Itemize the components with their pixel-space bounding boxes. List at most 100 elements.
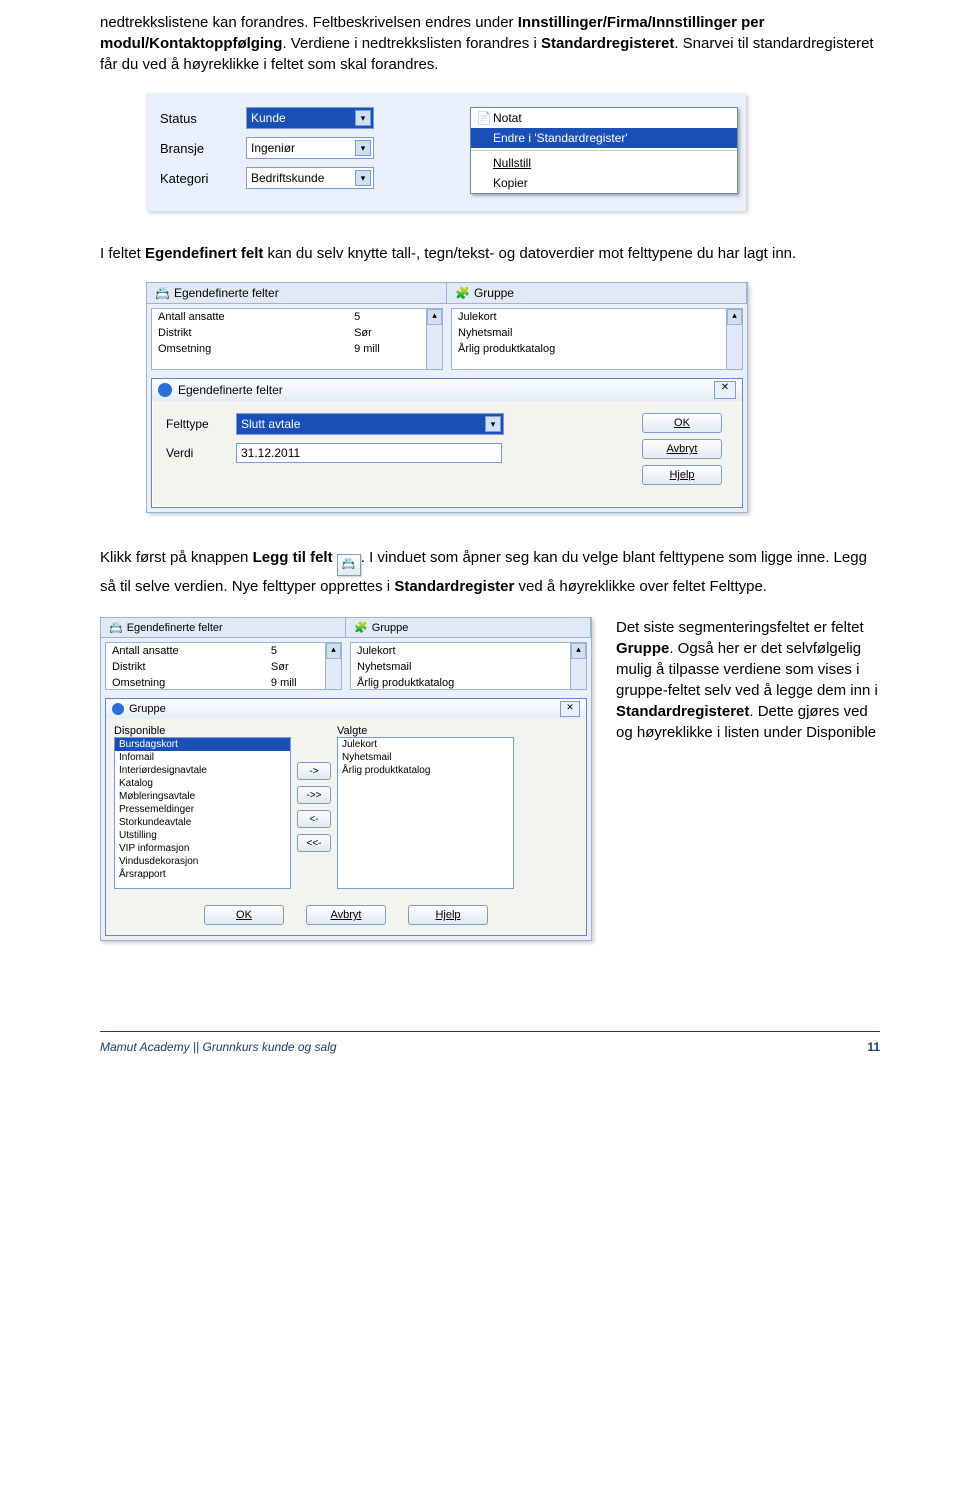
p3-e: Standardregister [394, 578, 514, 595]
list-right[interactable]: Julekort Nyhetsmail Årlig produktkatalog… [451, 308, 743, 370]
screenshot-gruppe: 📇 Egendefinerte felter 🧩 Gruppe Antall a… [100, 617, 592, 941]
p2-b: Egendefinert felt [145, 245, 263, 262]
help-button[interactable]: Hjelp [642, 465, 722, 485]
close-icon[interactable]: ✕ [714, 381, 736, 399]
help-button[interactable]: Hjelp [408, 905, 488, 925]
tab-egendefinerte[interactable]: 📇 Egendefinerte felter [101, 618, 346, 637]
table-row: Julekort [351, 643, 586, 659]
list-item[interactable]: Årsrapport [115, 868, 290, 881]
combo-felttype[interactable]: Slutt avtale ▾ [236, 413, 504, 435]
move-right-button[interactable]: -> [297, 762, 331, 780]
p1-d: Standardregisteret [541, 35, 674, 52]
combo-status-value: Kunde [251, 111, 286, 125]
list-left[interactable]: Antall ansatte5 DistriktSør Omsetning9 m… [151, 308, 443, 370]
screenshot-context-menu: Status Kunde ▾ Bransje Ingeniør ▾ Katego… [146, 93, 746, 211]
list-item[interactable]: Møbleringsavtale [115, 790, 290, 803]
scrollbar[interactable]: ▴ [726, 309, 742, 369]
table-row: Omsetning9 mill [152, 341, 442, 357]
move-all-left-button[interactable]: <<- [297, 834, 331, 852]
menu-item-label: Kopier [493, 176, 528, 190]
scrollbar[interactable]: ▴ [426, 309, 442, 369]
close-icon[interactable]: ✕ [560, 701, 580, 717]
scroll-up-icon[interactable]: ▴ [326, 643, 341, 659]
chevron-down-icon[interactable]: ▾ [355, 140, 371, 156]
list-item[interactable]: Interiørdesignavtale [115, 764, 290, 777]
screenshot-egendefinerte: 📇 Egendefinerte felter 🧩 Gruppe Antall a… [146, 282, 748, 513]
listbox-disponible[interactable]: Bursdagskort Infomail Interiørdesignavta… [114, 737, 291, 889]
label-verdi: Verdi [166, 446, 236, 460]
p2-c: kan du selv knytte tall-, tegn/tekst- og… [263, 245, 796, 262]
tab-label: Egendefinerte felter [174, 286, 279, 300]
table-row: Antall ansatte5 [152, 309, 442, 325]
scroll-up-icon[interactable]: ▴ [571, 643, 586, 659]
group-icon: 🧩 [354, 621, 368, 634]
chevron-down-icon[interactable]: ▾ [485, 416, 501, 432]
table-row: Nyhetsmail [452, 325, 742, 341]
dialog-gruppe: Gruppe ✕ Disponible Bursdagskort Infomai… [105, 698, 587, 936]
group-icon: 🧩 [455, 286, 470, 300]
p1-a: nedtrekkslistene kan forandres. Feltbesk… [100, 14, 518, 31]
ok-button[interactable]: OK [642, 413, 722, 433]
scroll-up-icon[interactable]: ▴ [427, 309, 442, 325]
label-bransje: Bransje [160, 141, 246, 156]
menu-item-endre[interactable]: Endre i 'Standardregister' [471, 128, 737, 148]
p1-c: . Verdiene i nedtrekkslisten forandres i [282, 35, 540, 52]
tab-label: Gruppe [474, 286, 514, 300]
table-row: Antall ansatte5 [106, 643, 341, 659]
label-kategori: Kategori [160, 171, 246, 186]
label-felttype: Felttype [166, 417, 236, 431]
list-item[interactable]: Katalog [115, 777, 290, 790]
list-item[interactable]: Nyhetsmail [338, 751, 513, 764]
cancel-button[interactable]: Avbryt [306, 905, 386, 925]
context-menu: 📄 Notat Endre i 'Standardregister' Nulls… [470, 107, 738, 194]
list-left[interactable]: Antall ansatte5 DistriktSør Omsetning9 m… [105, 642, 342, 690]
list-item[interactable]: Årlig produktkatalog [338, 764, 513, 777]
list-item[interactable]: Vindusdekorasjon [115, 855, 290, 868]
p4-b: Gruppe [616, 640, 669, 657]
app-icon [158, 383, 172, 397]
move-all-right-button[interactable]: ->> [297, 786, 331, 804]
list-item[interactable]: Julekort [338, 738, 513, 751]
tab-gruppe[interactable]: 🧩 Gruppe [447, 283, 747, 303]
tab-gruppe[interactable]: 🧩 Gruppe [346, 618, 591, 637]
combo-felttype-value: Slutt avtale [241, 417, 300, 431]
p3-b: Legg til felt [253, 549, 333, 566]
list-item[interactable]: Bursdagskort [115, 738, 290, 751]
list-right[interactable]: Julekort Nyhetsmail Årlig produktkatalog… [350, 642, 587, 690]
label-valgte: Valgte [337, 725, 514, 737]
list-item[interactable]: Storkundeavtale [115, 816, 290, 829]
listbox-valgte[interactable]: Julekort Nyhetsmail Årlig produktkatalog [337, 737, 514, 889]
p4-a: Det siste segmenteringsfeltet er feltet [616, 619, 864, 636]
move-left-button[interactable]: <- [297, 810, 331, 828]
menu-item-kopier[interactable]: Kopier [471, 173, 737, 193]
table-row: Julekort [452, 309, 742, 325]
note-icon: 📄 [475, 111, 493, 125]
table-row: DistriktSør [106, 659, 341, 675]
scrollbar[interactable]: ▴ [570, 643, 586, 689]
chevron-down-icon[interactable]: ▾ [355, 170, 371, 186]
scroll-up-icon[interactable]: ▴ [727, 309, 742, 325]
combo-status[interactable]: Kunde ▾ [246, 107, 374, 129]
dialog-title: Gruppe [129, 703, 166, 715]
dialog-egendefinerte: Egendefinerte felter ✕ Felttype Slutt av… [151, 378, 743, 508]
list-item[interactable]: VIP informasjon [115, 842, 290, 855]
combo-kategori[interactable]: Bedriftskunde ▾ [246, 167, 374, 189]
list-item[interactable]: Infomail [115, 751, 290, 764]
list-item[interactable]: Utstilling [115, 829, 290, 842]
label-disponible: Disponible [114, 725, 291, 737]
ok-button[interactable]: OK [204, 905, 284, 925]
add-field-icon[interactable]: 📇 [337, 554, 361, 576]
p3-f: ved å høyreklikke over feltet Felttype. [514, 578, 767, 595]
list-item[interactable]: Pressemeldinger [115, 803, 290, 816]
tab-label: Gruppe [372, 622, 409, 634]
combo-bransje[interactable]: Ingeniør ▾ [246, 137, 374, 159]
chevron-down-icon[interactable]: ▾ [355, 110, 371, 126]
input-verdi[interactable] [236, 443, 502, 463]
fields-icon: 📇 [155, 286, 170, 300]
scrollbar[interactable]: ▴ [325, 643, 341, 689]
menu-item-nullstill[interactable]: Nullstill [471, 153, 737, 173]
cancel-button[interactable]: Avbryt [642, 439, 722, 459]
para-1: nedtrekkslistene kan forandres. Feltbesk… [100, 12, 880, 75]
menu-item-notat[interactable]: 📄 Notat [471, 108, 737, 128]
tab-egendefinerte[interactable]: 📇 Egendefinerte felter [147, 283, 447, 303]
